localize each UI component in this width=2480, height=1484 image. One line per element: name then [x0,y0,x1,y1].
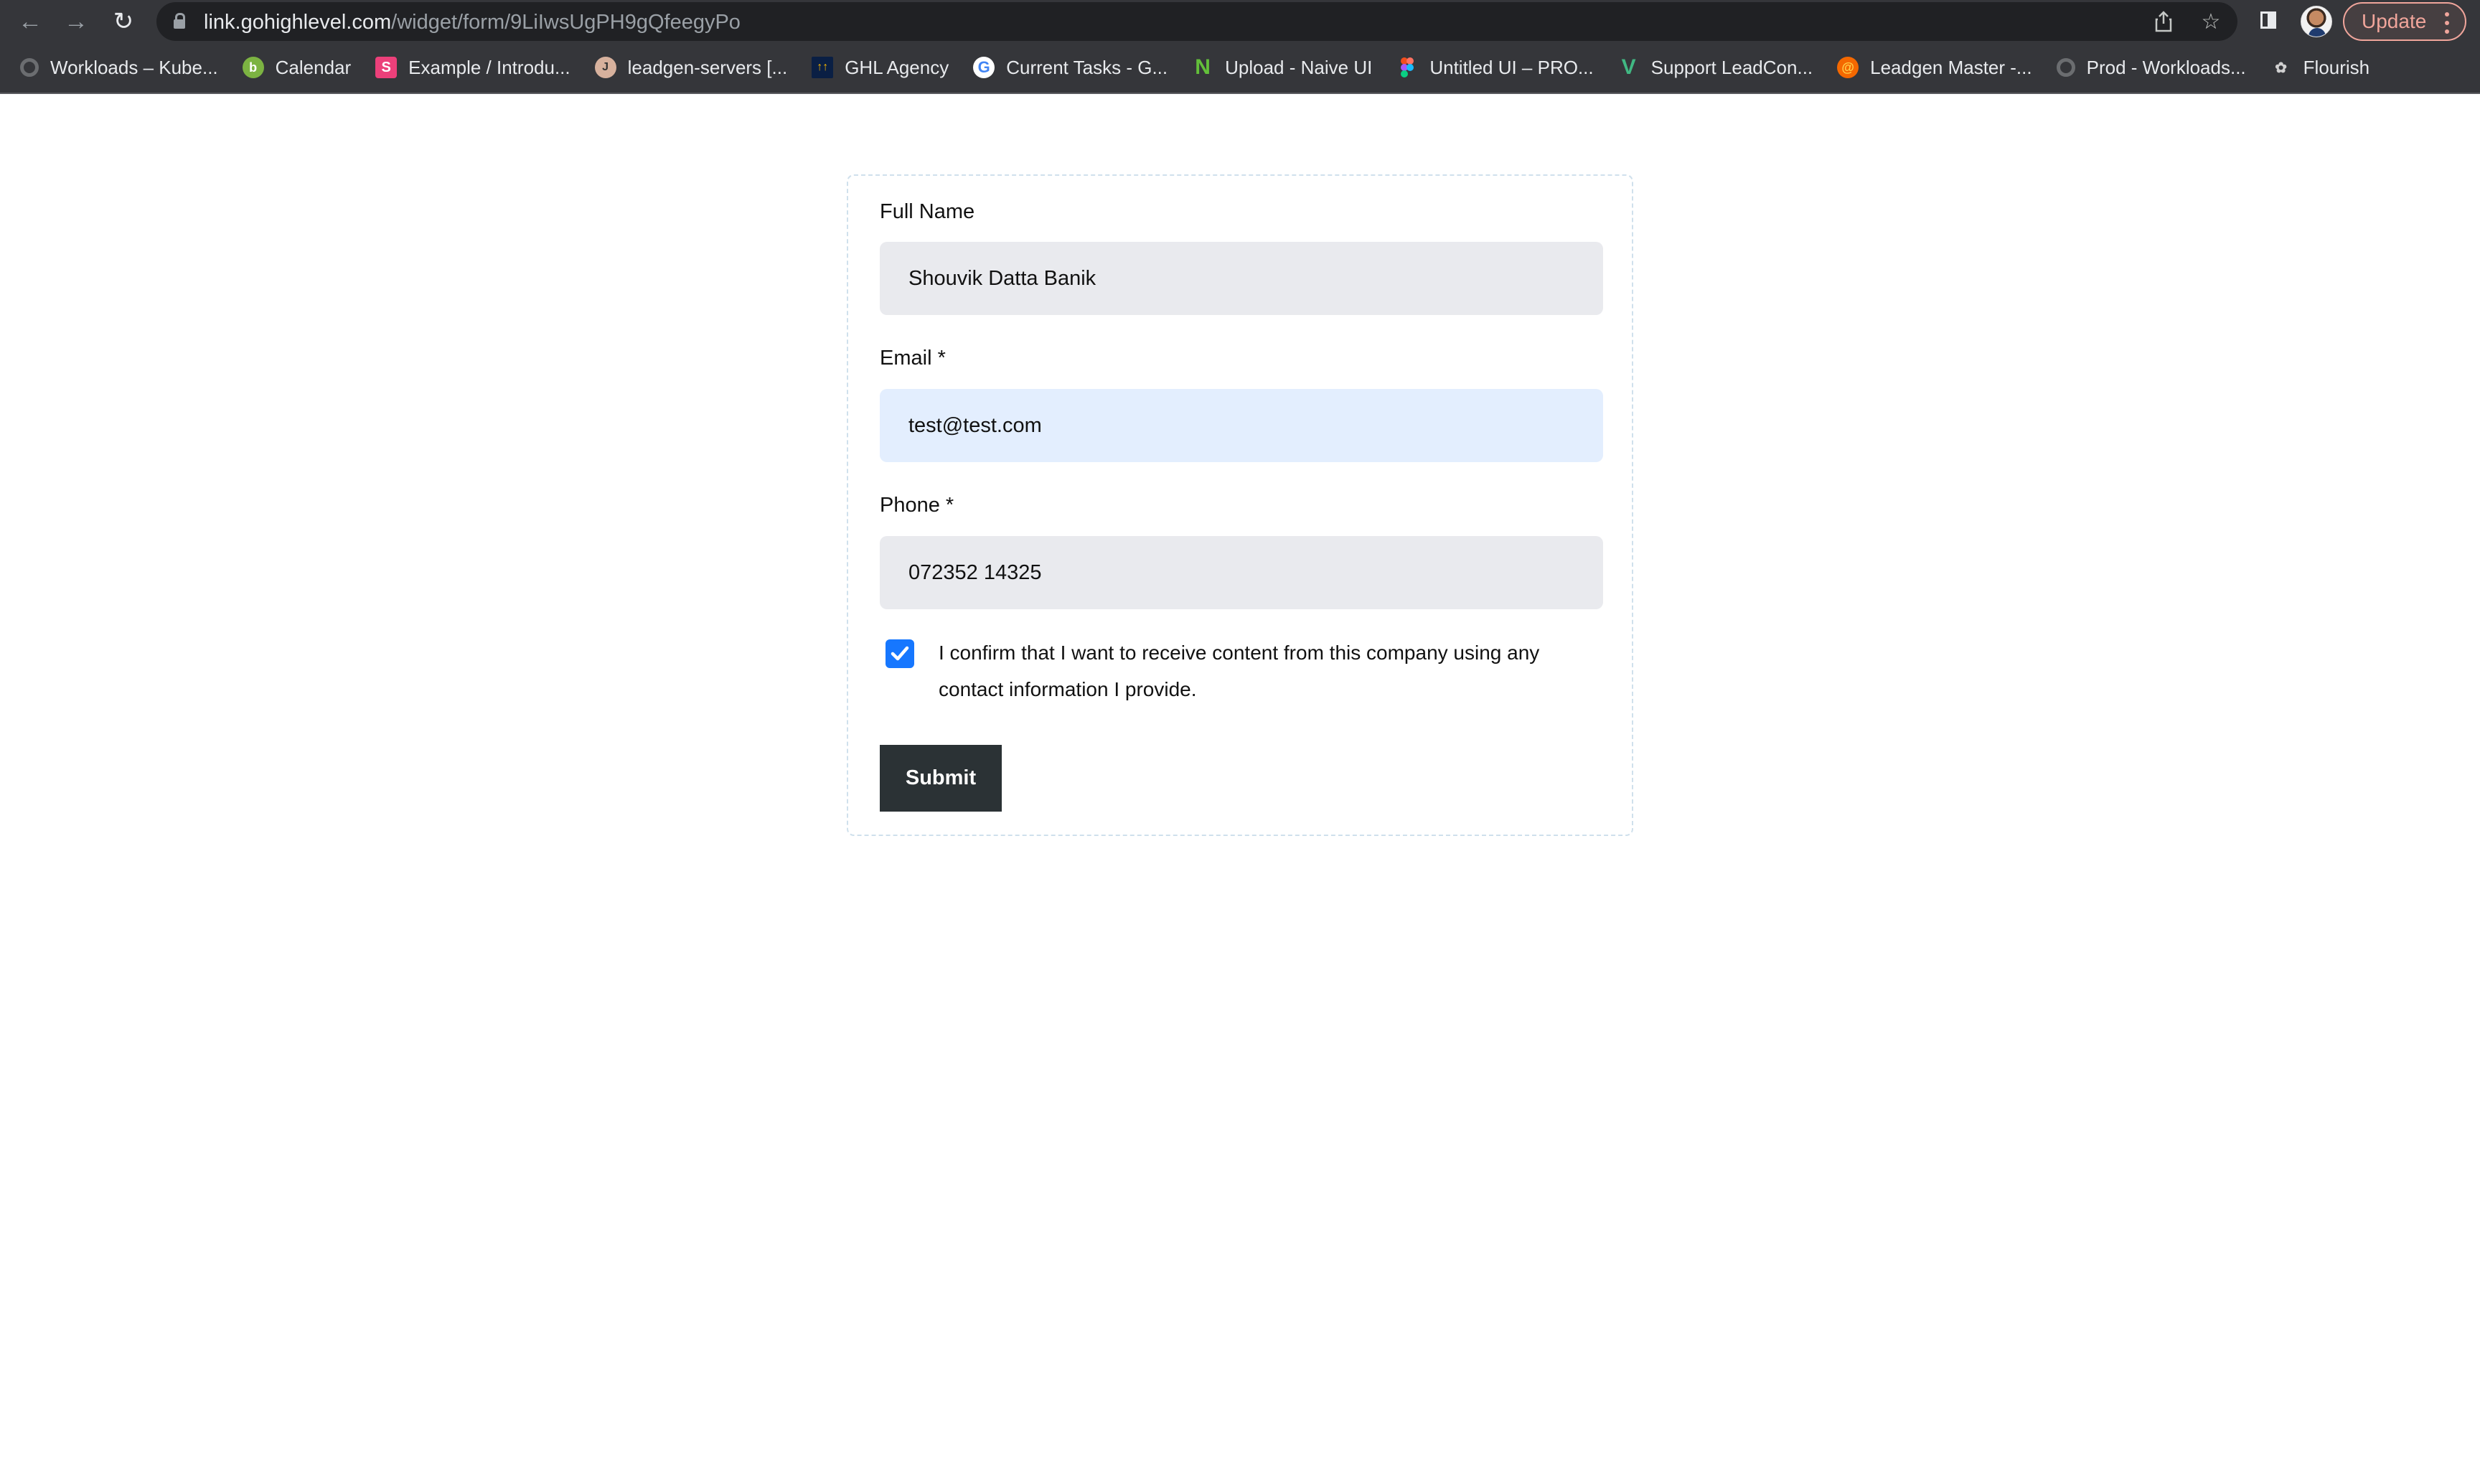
kebab-menu-icon[interactable] [2445,12,2449,34]
bookmark-label: Leadgen Master -... [1870,56,2032,78]
consent-text: I confirm that I want to receive content… [939,642,1540,700]
email-input[interactable] [880,389,1603,462]
grafana-icon: @ [1837,57,1859,78]
full-name-label: Full Name [880,200,975,223]
reload-icon[interactable]: ↻ [108,6,139,37]
lock-icon[interactable] [174,13,185,29]
calendar-icon: b [242,57,264,78]
consent-row: I confirm that I want to receive content… [886,636,1603,708]
bookmark-item[interactable]: b Calendar [242,52,352,83]
url-host: link.gohighlevel.com [204,11,392,34]
google-icon: G [973,57,995,78]
naive-ui-icon: N [1195,55,1211,79]
form-card: Full Name Email * Phone * I confirm that… [847,174,1633,836]
storybook-icon: S [375,57,398,78]
bookmark-item[interactable]: ↑↑ GHL Agency [812,52,949,83]
bookmark-item[interactable]: Workloads – Kube... [20,52,218,83]
bookmark-label: Upload - Naive UI [1225,56,1373,78]
phone-input[interactable] [880,536,1603,609]
bookmark-item[interactable]: @ Leadgen Master -... [1837,52,2032,83]
bookmark-item[interactable]: Untitled UI – PRO... [1396,52,1594,83]
bookmark-label: Support LeadCon... [1650,56,1813,78]
url-text[interactable]: link.gohighlevel.com/widget/form/9LiIwsU… [204,11,741,34]
flourish-icon: ✿ [2275,60,2288,76]
bookmark-item[interactable]: ✿ Flourish [2270,52,2369,83]
bookmark-item[interactable]: Jleadgen-servers [... [594,52,788,83]
browser-toolbar: ← → ↻ link.gohighlevel.com/widget/form/9… [0,0,2480,43]
avatar[interactable] [2301,6,2332,37]
browser-chrome: ← → ↻ link.gohighlevel.com/widget/form/9… [0,0,2480,94]
side-panel-icon[interactable] [2260,11,2276,29]
arrow-right-icon[interactable]: → [60,6,92,37]
url-path: /widget/form/9LiIwsUgPH9gQfeegyPo [391,11,741,34]
bookmark-label: Flourish [2303,56,2370,78]
bookmark-label: leadgen-servers [... [627,56,788,78]
bookmark-label: Prod - Workloads... [2086,56,2246,78]
update-label: Update [2362,10,2427,32]
submit-button[interactable]: Submit [880,745,1002,812]
bookmark-item[interactable]: Prod - Workloads... [2056,52,2246,83]
bookmark-item[interactable]: G Current Tasks - G... [973,52,1168,83]
bookmark-item[interactable]: S Example / Introdu... [375,52,570,83]
bookmarks-bar: Workloads – Kube... b Calendar S Example /… [0,47,2480,88]
bookmark-item[interactable]: V Support LeadCon... [1618,52,1813,83]
share-icon[interactable] [2151,9,2176,34]
kubernetes-icon [2056,58,2075,77]
bookmark-label: Current Tasks - G... [1006,56,1168,78]
jenkins-icon: J [594,57,616,78]
vue-icon: V [1621,55,1636,79]
update-button[interactable]: Update [2343,2,2466,41]
bookmark-label: GHL Agency [845,56,949,78]
bookmark-label: Example / Introdu... [408,56,570,78]
address-bar[interactable]: link.gohighlevel.com/widget/form/9LiIwsU… [156,2,2237,41]
full-name-input[interactable] [880,242,1603,315]
checkmark-icon [891,646,909,661]
bookmark-label: Workloads – Kube... [50,56,218,78]
star-icon[interactable]: ☆ [2199,9,2223,34]
consent-checkbox[interactable] [886,639,914,668]
kubernetes-icon [20,58,39,77]
phone-label: Phone * [880,494,954,517]
email-label: Email * [880,347,946,370]
figma-icon [1396,57,1418,78]
bookmark-label: Untitled UI – PRO... [1429,56,1594,78]
bookmark-label: Calendar [275,56,352,78]
arrow-left-icon[interactable]: ← [14,6,46,37]
bookmark-item[interactable]: N Upload - Naive UI [1192,52,1372,83]
ghl-icon: ↑↑ [812,57,834,78]
